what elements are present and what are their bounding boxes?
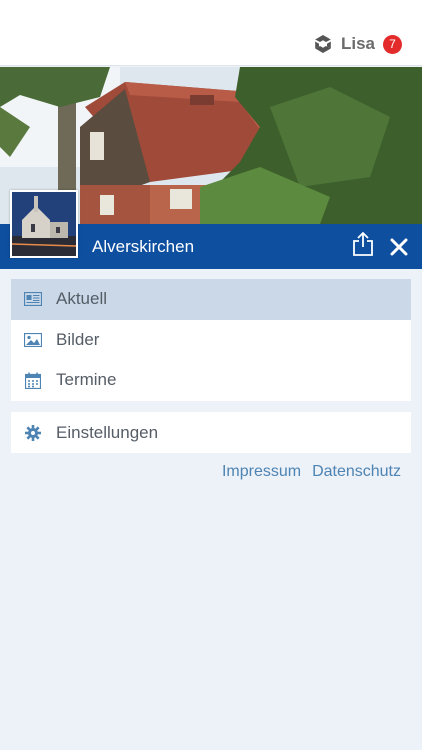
menu-item-bilder[interactable]: Bilder bbox=[11, 320, 411, 361]
datenschutz-link[interactable]: Datenschutz bbox=[312, 463, 401, 481]
app-logo-icon bbox=[313, 34, 333, 54]
user-account[interactable]: Lisa 7 bbox=[313, 32, 402, 56]
main-menu: Aktuell Bilder Termine bbox=[11, 279, 411, 401]
location-title: Alverskirchen bbox=[92, 237, 195, 256]
gear-icon bbox=[24, 424, 42, 442]
share-icon[interactable] bbox=[352, 231, 374, 262]
calendar-icon bbox=[24, 371, 42, 389]
impressum-link[interactable]: Impressum bbox=[222, 463, 301, 481]
location-thumbnail bbox=[10, 190, 78, 258]
menu-item-label: Einstellungen bbox=[56, 422, 159, 442]
menu-item-label: Bilder bbox=[56, 329, 100, 349]
menu-item-einstellungen[interactable]: Einstellungen bbox=[11, 412, 411, 453]
close-icon[interactable] bbox=[389, 237, 409, 262]
menu-item-label: Aktuell bbox=[56, 289, 108, 309]
settings-menu: Einstellungen bbox=[11, 412, 411, 453]
menu-item-aktuell[interactable]: Aktuell bbox=[11, 279, 411, 320]
newspaper-icon bbox=[24, 290, 42, 308]
footer-links: Impressum Datenschutz bbox=[222, 463, 401, 481]
top-bar: Lisa 7 bbox=[0, 0, 422, 66]
image-icon bbox=[24, 331, 42, 349]
user-name: Lisa bbox=[340, 34, 375, 53]
menu-item-termine[interactable]: Termine bbox=[11, 360, 411, 401]
menu-item-label: Termine bbox=[56, 370, 117, 390]
notification-badge: 7 bbox=[383, 34, 402, 54]
